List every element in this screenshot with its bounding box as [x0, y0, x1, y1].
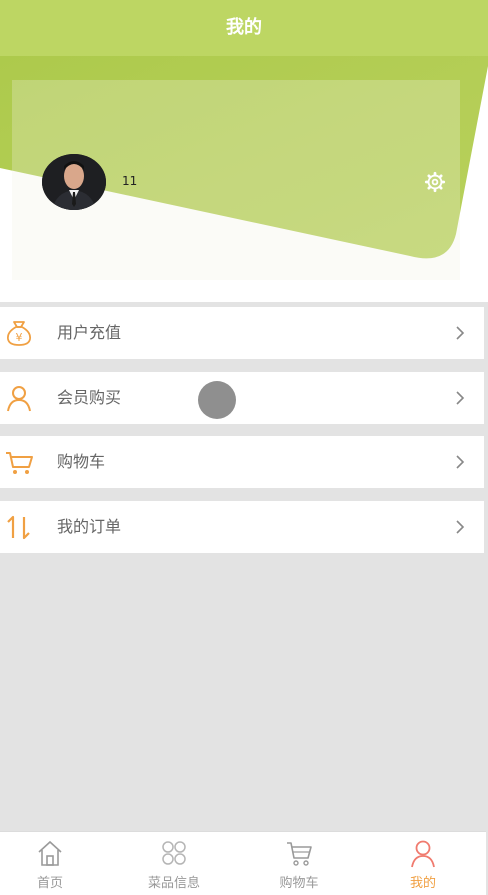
chevron-right-icon [456, 391, 465, 405]
page-header: 我的 [0, 0, 488, 56]
avatar-image [42, 154, 106, 210]
username: 11 [122, 174, 138, 188]
cart-icon [287, 842, 312, 866]
chevron-right-icon [456, 326, 465, 340]
avatar[interactable] [42, 154, 106, 210]
tab-label: 购物车 [279, 876, 319, 891]
menu-label: 用户充值 [57, 323, 122, 342]
chevron-right-icon [456, 520, 465, 534]
user-icon [411, 840, 435, 868]
bottom-tab-bar: 首页 菜品信息 购物车 我的 [0, 831, 486, 895]
tab-label: 我的 [409, 876, 436, 891]
menu-item-recharge[interactable]: ¥ 用户充值 [0, 307, 484, 359]
menu-item-cart[interactable]: 购物车 [0, 436, 484, 488]
page-title: 我的 [226, 17, 262, 38]
menu-item-membership[interactable]: 会员购买 [0, 372, 484, 424]
tab-label: 菜品信息 [147, 876, 200, 891]
tab-cart[interactable]: 购物车 [251, 832, 347, 895]
menu-label: 会员购买 [57, 388, 122, 407]
svg-text:¥: ¥ [16, 331, 23, 344]
tab-mine[interactable]: 我的 [375, 832, 471, 895]
menu-item-orders[interactable]: 我的订单 [0, 501, 484, 553]
cart-icon [6, 452, 33, 474]
tab-label: 首页 [36, 876, 63, 891]
user-icon [7, 386, 31, 412]
tab-home[interactable]: 首页 [2, 832, 98, 895]
menu-label: 我的订单 [57, 517, 122, 536]
menu-label: 购物车 [57, 452, 106, 471]
grid-icon [162, 841, 186, 865]
money-bag-icon: ¥ [7, 321, 31, 346]
touch-indicator [198, 381, 236, 419]
profile-banner: 11 [0, 56, 488, 302]
settings-gear-icon[interactable] [424, 171, 446, 193]
chevron-right-icon [456, 455, 465, 469]
home-icon [38, 840, 62, 866]
sort-arrows-icon [7, 515, 30, 540]
tab-dishes[interactable]: 菜品信息 [126, 832, 222, 895]
